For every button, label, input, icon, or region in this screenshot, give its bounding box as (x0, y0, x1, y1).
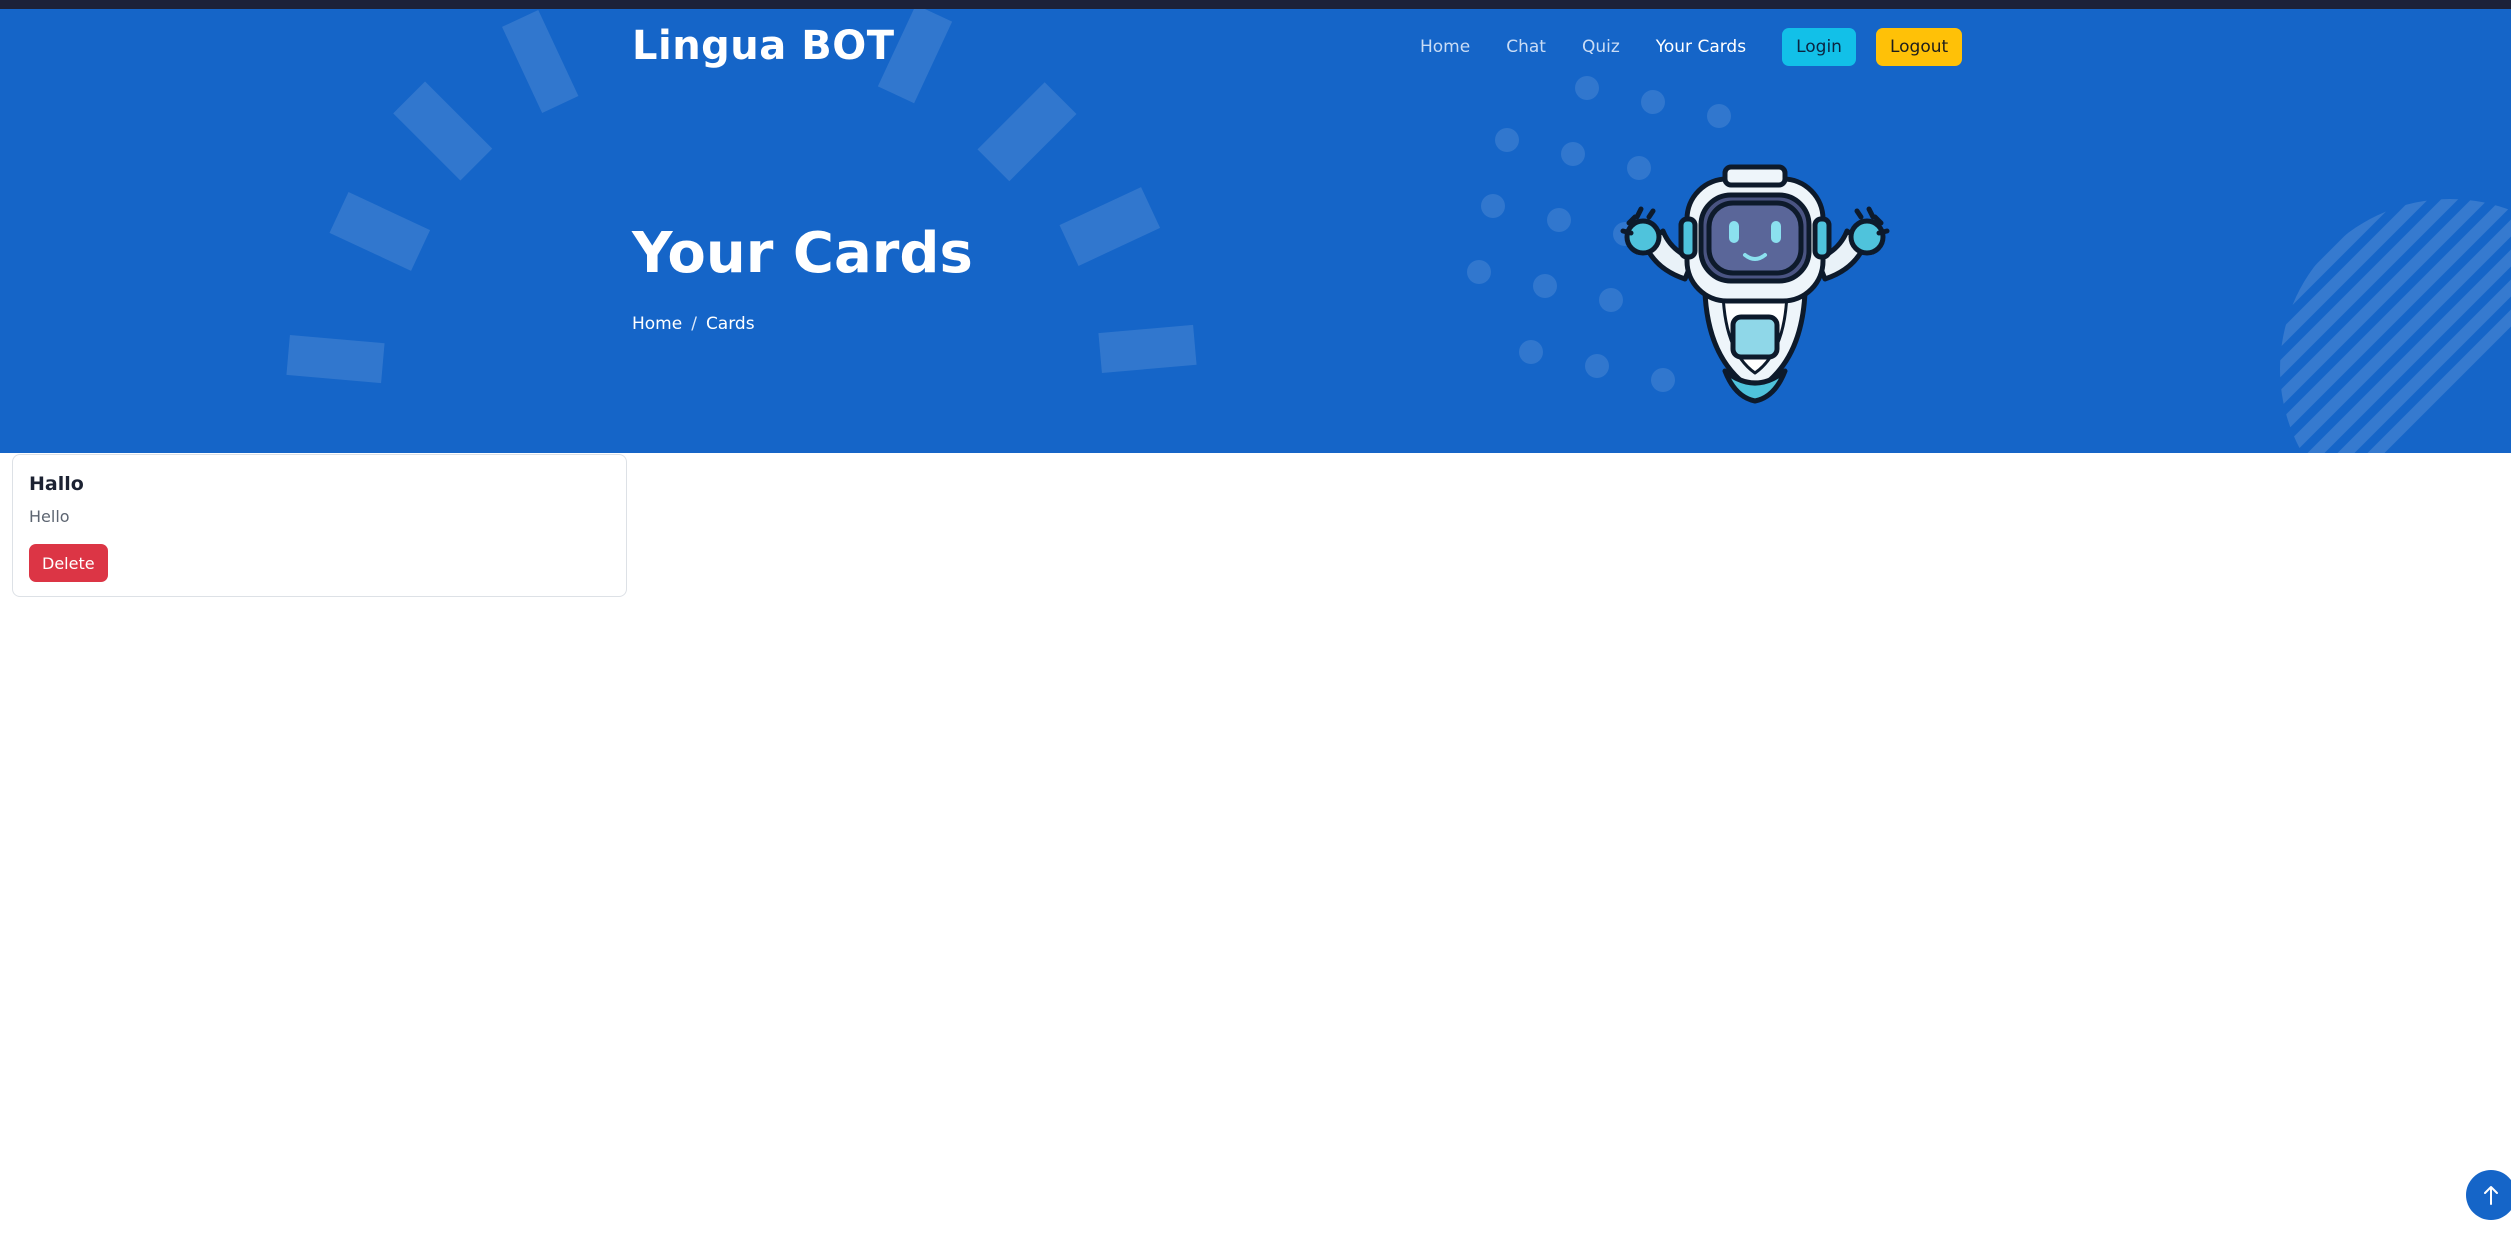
logout-button[interactable]: Logout (1875, 28, 1963, 66)
page-title: Your Cards (632, 221, 973, 286)
breadcrumb-separator: / (691, 314, 697, 334)
background-decoration (286, 9, 2511, 453)
browser-top-strip (0, 0, 2511, 9)
robot-mascot-icon (1620, 164, 1890, 404)
hero-banner: Lingua BOT Home Chat Quiz Your Cards Log… (0, 9, 2511, 453)
breadcrumb-current: Cards (705, 314, 755, 334)
nav-your-cards[interactable]: Your Cards (1656, 37, 1746, 57)
arrow-up-icon (2484, 1186, 2498, 1205)
breadcrumb-home[interactable]: Home (632, 314, 682, 334)
nav-chat[interactable]: Chat (1506, 37, 1546, 57)
scroll-to-top-button[interactable] (2466, 1170, 2511, 1220)
login-button[interactable]: Login (1782, 28, 1856, 66)
card-text: Hello (29, 507, 70, 526)
breadcrumb: Home / Cards (632, 314, 755, 334)
site-brand[interactable]: Lingua BOT (632, 23, 894, 69)
nav-quiz[interactable]: Quiz (1582, 37, 1620, 57)
flash-card: Hallo Hello Delete (12, 454, 627, 597)
card-title: Hallo (29, 473, 84, 495)
main-nav: Home Chat Quiz Your Cards Login Logout (1420, 27, 1963, 67)
delete-card-button[interactable]: Delete (29, 544, 108, 582)
nav-home[interactable]: Home (1420, 37, 1470, 57)
